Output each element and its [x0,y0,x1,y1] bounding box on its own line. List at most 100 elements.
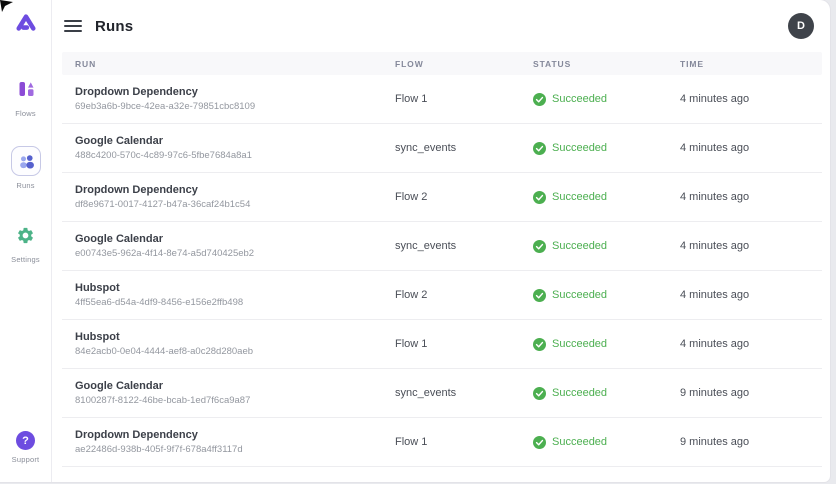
run-name: Dropdown Dependency [75,184,395,196]
run-id: 84e2acb0-0e04-4444-aef8-a0c28d280aeb [75,346,395,357]
table-row[interactable]: Google Calendar 8100287f-8122-46be-bcab-… [62,369,822,418]
sidebar: Flows Runs [0,0,52,482]
run-time: 4 minutes ago [680,338,822,350]
status-badge: Succeeded [533,289,680,302]
status-text: Succeeded [552,93,607,105]
run-name: Google Calendar [75,233,395,245]
app-logo[interactable] [15,13,37,38]
run-time: 4 minutes ago [680,289,822,301]
success-check-icon [533,191,546,204]
runs-table: Run Flow Status Time Dropdown Dependency… [62,52,822,467]
app-window: Flows Runs [0,0,836,484]
run-cell: Google Calendar 488c4200-570c-4c89-97c6-… [75,135,395,161]
sidebar-item-runs[interactable]: Runs [11,146,41,190]
status-text: Succeeded [552,338,607,350]
run-cell: Hubspot 4ff55ea6-d54a-4df9-8456-e156e2ff… [75,282,395,308]
status-badge: Succeeded [533,436,680,449]
runs-icon [16,151,36,171]
run-time: 9 minutes ago [680,436,822,448]
status-badge: Succeeded [533,142,680,155]
flow-name: Flow 1 [395,436,533,448]
page-title: Runs [95,18,133,35]
run-cell: Dropdown Dependency 69eb3a6b-9bce-42ea-a… [75,86,395,112]
run-cell: Dropdown Dependency ae22486d-938b-405f-9… [75,429,395,455]
success-check-icon [533,436,546,449]
table-row[interactable]: Google Calendar e00743e5-962a-4f14-8e74-… [62,222,822,271]
status-badge: Succeeded [533,338,680,351]
table-header-row: Run Flow Status Time [62,52,822,75]
success-check-icon [533,387,546,400]
run-id: df8e9671-0017-4127-b47a-36caf24b1c54 [75,199,395,210]
column-header-status: Status [533,59,680,69]
success-check-icon [533,338,546,351]
status-text: Succeeded [552,436,607,448]
question-icon: ? [16,431,35,450]
flow-name: Flow 1 [395,93,533,105]
status-badge: Succeeded [533,93,680,106]
flow-name: Flow 1 [395,338,533,350]
run-time: 4 minutes ago [680,142,822,154]
run-name: Hubspot [75,331,395,343]
sidebar-item-label: Support [12,455,40,464]
status-text: Succeeded [552,142,607,154]
run-cell: Hubspot 84e2acb0-0e04-4444-aef8-a0c28d28… [75,331,395,357]
run-name: Dropdown Dependency [75,86,395,98]
run-id: 488c4200-570c-4c89-97c6-5fbe7684a8a1 [75,150,395,161]
column-header-run: Run [75,59,395,69]
sidebar-item-support[interactable]: ? Support [12,431,40,464]
table-row[interactable]: Hubspot 84e2acb0-0e04-4444-aef8-a0c28d28… [62,320,822,369]
status-text: Succeeded [552,289,607,301]
table-row[interactable]: Google Calendar 488c4200-570c-4c89-97c6-… [62,124,822,173]
mouse-cursor [0,0,13,13]
settings-icon [16,226,35,245]
run-name: Google Calendar [75,135,395,147]
run-id: ae22486d-938b-405f-9f7f-678a4ff3117d [75,444,395,455]
table-row[interactable]: Dropdown Dependency ae22486d-938b-405f-9… [62,418,822,467]
status-badge: Succeeded [533,191,680,204]
run-cell: Google Calendar 8100287f-8122-46be-bcab-… [75,380,395,406]
status-text: Succeeded [552,191,607,203]
flow-name: sync_events [395,142,533,154]
sidebar-item-flows[interactable]: Flows [11,74,41,118]
flows-icon [16,79,36,99]
run-name: Dropdown Dependency [75,429,395,441]
success-check-icon [533,289,546,302]
table-row[interactable]: Dropdown Dependency df8e9671-0017-4127-b… [62,173,822,222]
sidebar-item-label: Runs [16,181,34,190]
run-time: 9 minutes ago [680,387,822,399]
run-time: 4 minutes ago [680,93,822,105]
top-bar: Runs D [52,0,830,52]
column-header-flow: Flow [395,59,533,69]
app-logo-icon [15,13,37,33]
run-id: e00743e5-962a-4f14-8e74-a5d740425eb2 [75,248,395,259]
user-avatar[interactable]: D [788,13,814,39]
run-name: Hubspot [75,282,395,294]
table-row[interactable]: Hubspot 4ff55ea6-d54a-4df9-8456-e156e2ff… [62,271,822,320]
run-name: Google Calendar [75,380,395,392]
flow-name: sync_events [395,387,533,399]
flow-name: Flow 2 [395,289,533,301]
run-id: 8100287f-8122-46be-bcab-1ed7f6ca9a87 [75,395,395,406]
sidebar-item-label: Flows [15,109,36,118]
status-text: Succeeded [552,387,607,399]
runs-table-body: Dropdown Dependency 69eb3a6b-9bce-42ea-a… [62,75,822,467]
sidebar-item-label: Settings [11,255,40,264]
status-badge: Succeeded [533,240,680,253]
column-header-time: Time [680,59,822,69]
menu-toggle-icon[interactable] [64,20,82,32]
runs-active-indicator [11,146,41,176]
flow-name: Flow 2 [395,191,533,203]
table-row[interactable]: Dropdown Dependency 69eb3a6b-9bce-42ea-a… [62,75,822,124]
run-time: 4 minutes ago [680,240,822,252]
status-text: Succeeded [552,240,607,252]
success-check-icon [533,93,546,106]
sidebar-item-settings[interactable]: Settings [11,220,41,264]
status-badge: Succeeded [533,387,680,400]
run-cell: Google Calendar e00743e5-962a-4f14-8e74-… [75,233,395,259]
run-time: 4 minutes ago [680,191,822,203]
run-id: 4ff55ea6-d54a-4df9-8456-e156e2ffb498 [75,297,395,308]
run-id: 69eb3a6b-9bce-42ea-a32e-79851cbc8109 [75,101,395,112]
main-content: Runs D Run Flow Status Time Dropdown Dep… [52,0,830,482]
flow-name: sync_events [395,240,533,252]
success-check-icon [533,240,546,253]
